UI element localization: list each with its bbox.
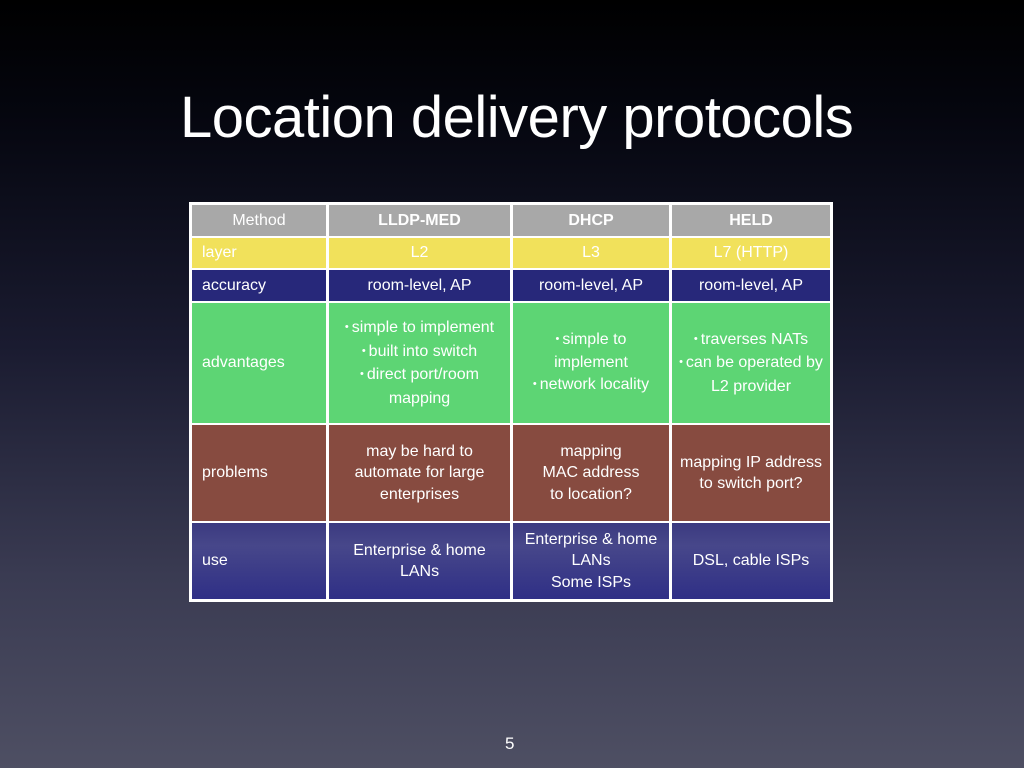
header-cell-dhcp: DHCP <box>513 205 669 236</box>
table-cell: simple to implement network locality <box>513 303 669 423</box>
table-cell: L3 <box>513 238 669 268</box>
header-cell-held: HELD <box>672 205 830 236</box>
header-label-cell: Method <box>192 205 326 236</box>
bullet-item: built into switch <box>329 341 510 365</box>
page-number: 5 <box>505 734 515 753</box>
bullet-list: simple to implement built into switch di… <box>329 317 510 409</box>
cell-lines: Enterprise & home LANs Some ISPs <box>513 529 669 594</box>
bullet-item: simple to implement <box>329 317 510 341</box>
table-cell: mapping IP address to switch port? <box>672 425 830 521</box>
table-cell: room-level, AP <box>329 270 510 301</box>
table-cell: room-level, AP <box>513 270 669 301</box>
comparison-table: Method LLDP-MED DHCP HELD layer L2 L3 L7… <box>189 202 833 602</box>
bullet-list: simple to implement network locality <box>513 329 669 398</box>
row-label-use: use <box>192 523 326 599</box>
cell-line: Enterprise & home LANs <box>524 530 658 570</box>
table-cell: L2 <box>329 238 510 268</box>
bullet-item: network locality <box>513 374 669 398</box>
table-cell: DSL, cable ISPs <box>672 523 830 599</box>
bullet-list: traverses NATs can be operated by L2 pro… <box>672 329 830 398</box>
table-cell: L7 (HTTP) <box>672 238 830 268</box>
bullet-item: traverses NATs <box>672 329 830 353</box>
bullet-item: simple to implement <box>513 329 669 374</box>
bullet-item: direct port/room mapping <box>329 364 510 409</box>
row-label-accuracy: accuracy <box>192 270 326 301</box>
table-cell: room-level, AP <box>672 270 830 301</box>
row-label-advantages: advantages <box>192 303 326 423</box>
header-cell-lldp-med: LLDP-MED <box>329 205 510 236</box>
table-cell: Enterprise & home LANs <box>329 523 510 599</box>
table-cell: traverses NATs can be operated by L2 pro… <box>672 303 830 423</box>
bullet-item: can be operated by L2 provider <box>672 352 830 397</box>
table-cell: simple to implement built into switch di… <box>329 303 510 423</box>
table-cell: Enterprise & home LANs Some ISPs <box>513 523 669 599</box>
table-cell: mapping MAC address to location? <box>513 425 669 521</box>
row-label-problems: problems <box>192 425 326 521</box>
table-cell: may be hard to automate for large enterp… <box>329 425 510 521</box>
cell-line: Some ISPs <box>550 573 632 591</box>
row-label-layer: layer <box>192 238 326 268</box>
slide-title: Location delivery protocols <box>180 85 854 150</box>
